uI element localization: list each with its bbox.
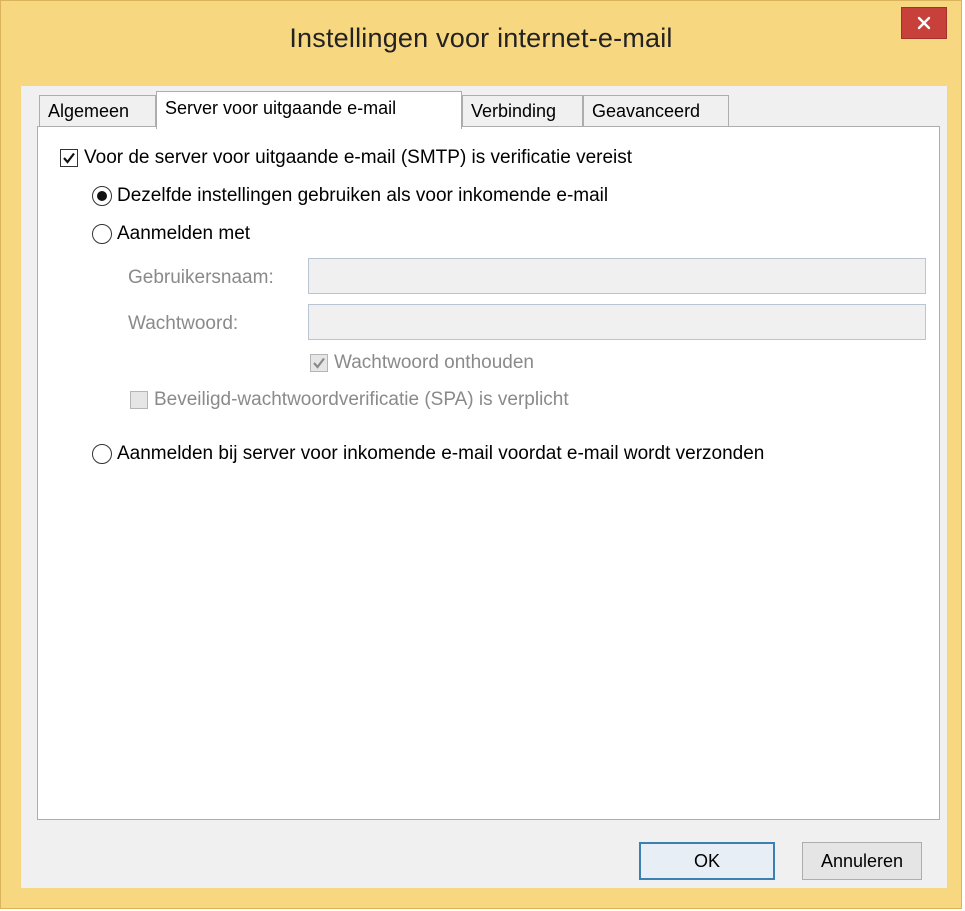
password-field[interactable] <box>308 304 926 340</box>
username-field[interactable] <box>308 258 926 294</box>
option-login-with[interactable]: Aanmelden met <box>92 223 250 245</box>
checkmark-icon <box>313 357 325 369</box>
remember-password-label: Wachtwoord onthouden <box>334 352 534 373</box>
tab-geavanceerd[interactable]: Geavanceerd <box>583 95 729 127</box>
spa-checkbox[interactable] <box>130 391 148 409</box>
spa-label: Beveiligd-wachtwoordverificatie (SPA) is… <box>154 389 569 410</box>
smtp-auth-checkbox[interactable] <box>60 149 78 167</box>
dialog-window: Instellingen voor internet-e-mail Algeme… <box>0 0 962 909</box>
smtp-auth-row[interactable]: Voor de server voor uitgaande e-mail (SM… <box>60 147 632 169</box>
option-incoming-first-label: Aanmelden bij server voor inkomende e-ma… <box>117 443 765 464</box>
option-login-with-radio[interactable] <box>92 224 112 244</box>
password-label: Wachtwoord: <box>128 313 239 334</box>
ok-button[interactable]: OK <box>639 842 775 880</box>
option-same-settings-radio[interactable] <box>92 186 112 206</box>
smtp-auth-label: Voor de server voor uitgaande e-mail (SM… <box>84 147 633 168</box>
dialog-client: Algemeen Server voor uitgaande e-mail Ve… <box>21 86 947 888</box>
title-bar[interactable]: Instellingen voor internet-e-mail <box>1 1 961 85</box>
option-incoming-first-radio[interactable] <box>92 444 112 464</box>
close-button[interactable] <box>901 7 947 39</box>
remember-password-row[interactable]: Wachtwoord onthouden <box>310 352 534 374</box>
checkmark-icon <box>63 152 75 164</box>
option-incoming-first[interactable]: Aanmelden bij server voor inkomende e-ma… <box>92 443 764 465</box>
option-login-with-label: Aanmelden met <box>117 223 251 244</box>
remember-password-checkbox[interactable] <box>310 354 328 372</box>
tab-algemeen[interactable]: Algemeen <box>39 95 156 127</box>
username-label: Gebruikersnaam: <box>128 267 274 288</box>
spa-row[interactable]: Beveiligd-wachtwoordverificatie (SPA) is… <box>130 389 569 411</box>
tab-verbinding[interactable]: Verbinding <box>462 95 583 127</box>
tab-server-uitgaande-email[interactable]: Server voor uitgaande e-mail <box>156 91 462 129</box>
tab-panel: Voor de server voor uitgaande e-mail (SM… <box>37 126 940 820</box>
close-icon <box>917 16 931 30</box>
option-same-settings-label: Dezelfde instellingen gebruiken als voor… <box>117 185 609 206</box>
option-same-settings[interactable]: Dezelfde instellingen gebruiken als voor… <box>92 185 608 207</box>
dialog-title: Instellingen voor internet-e-mail <box>289 23 673 53</box>
cancel-button[interactable]: Annuleren <box>802 842 922 880</box>
